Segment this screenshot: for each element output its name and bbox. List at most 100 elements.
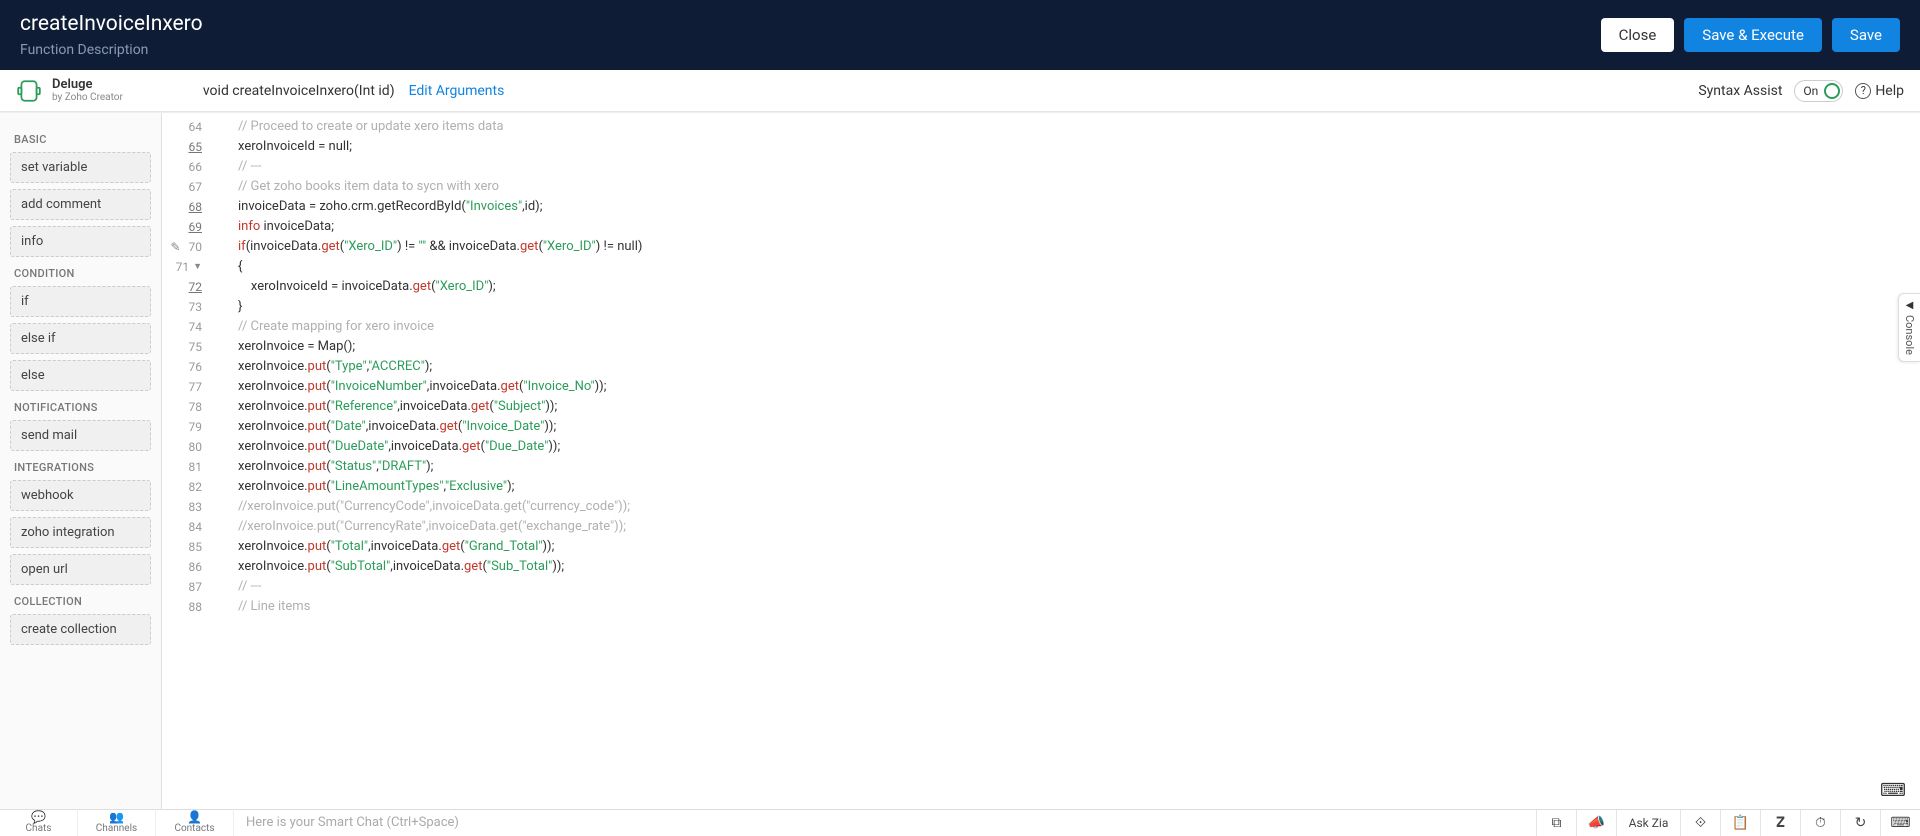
snippet-info[interactable]: info <box>10 226 151 257</box>
bottom-tool-4[interactable]: 📋 <box>1720 810 1760 836</box>
code-line[interactable]: } <box>238 297 1920 317</box>
line-number[interactable]: 86 <box>162 557 202 577</box>
line-number[interactable]: 65 <box>162 137 202 157</box>
code-line[interactable]: //xeroInvoice.put("CurrencyRate",invoice… <box>238 517 1920 537</box>
save-execute-button[interactable]: Save & Execute <box>1684 18 1822 52</box>
snippet-create-collection[interactable]: create collection <box>10 614 151 645</box>
function-title: createInvoiceInxero <box>20 12 203 36</box>
bottom-tab-chats[interactable]: 💬Chats <box>0 809 78 836</box>
snippet-else[interactable]: else <box>10 360 151 391</box>
bottom-tab-channels[interactable]: 👥Channels <box>78 809 156 836</box>
code-line[interactable]: { <box>238 257 1920 277</box>
snippet-zoho-integration[interactable]: zoho integration <box>10 517 151 548</box>
line-number[interactable]: 83 <box>162 497 202 517</box>
line-number[interactable]: 81 <box>162 457 202 477</box>
code-line[interactable]: // Line items <box>238 597 1920 617</box>
code-line[interactable]: xeroInvoice = Map(); <box>238 337 1920 357</box>
code-line[interactable]: xeroInvoice.put("Type","ACCREC"); <box>238 357 1920 377</box>
line-number[interactable]: 75 <box>162 337 202 357</box>
line-number[interactable]: 80 <box>162 437 202 457</box>
bottom-tool-5[interactable]: 𝐙 <box>1760 810 1800 836</box>
line-number[interactable]: 66 <box>162 157 202 177</box>
code-line[interactable]: // Create mapping for xero invoice <box>238 317 1920 337</box>
syntax-assist-toggle[interactable]: On <box>1794 80 1843 102</box>
code-editor[interactable]: 646566676869✎7071▼7273747576777879808182… <box>162 113 1920 809</box>
bottom-tool-6[interactable]: ⏱ <box>1800 810 1840 836</box>
line-number[interactable]: 69 <box>162 217 202 237</box>
edit-line-icon[interactable]: ✎ <box>170 237 180 257</box>
line-number[interactable]: 64 <box>162 117 202 137</box>
header-left: createInvoiceInxero Function Description <box>20 12 203 58</box>
code-line[interactable]: xeroInvoiceId = invoiceData.get("Xero_ID… <box>238 277 1920 297</box>
code-line[interactable]: xeroInvoice.put("LineAmountTypes","Exclu… <box>238 477 1920 497</box>
code-line[interactable]: xeroInvoice.put("Status","DRAFT"); <box>238 457 1920 477</box>
bottom-tool-0[interactable]: ⧉ <box>1536 810 1576 836</box>
function-description[interactable]: Function Description <box>20 42 203 58</box>
line-number[interactable]: 72 <box>162 277 202 297</box>
line-number[interactable]: 71▼ <box>162 257 202 277</box>
snippet-webhook[interactable]: webhook <box>10 480 151 511</box>
line-number[interactable]: 77 <box>162 377 202 397</box>
code-line[interactable]: // Get zoho books item data to sycn with… <box>238 177 1920 197</box>
code-line[interactable]: //xeroInvoice.put("CurrencyCode",invoice… <box>238 497 1920 517</box>
code-line[interactable]: xeroInvoice.put("SubTotal",invoiceData.g… <box>238 557 1920 577</box>
snippet-add-comment[interactable]: add comment <box>10 189 151 220</box>
line-number[interactable]: 76 <box>162 357 202 377</box>
bottom-tool-1[interactable]: 📣 <box>1576 810 1616 836</box>
bottom-tool-3[interactable]: ⟐ <box>1680 810 1720 836</box>
bottom-tool-8[interactable]: ⌨ <box>1880 810 1920 836</box>
fold-icon[interactable]: ▼ <box>193 257 202 277</box>
snippet-set-variable[interactable]: set variable <box>10 152 151 183</box>
snippet-open-url[interactable]: open url <box>10 554 151 585</box>
bottom-tab-label: Chats <box>26 824 52 834</box>
line-number[interactable]: 82 <box>162 477 202 497</box>
snippets-sidebar: BASICset variableadd commentinfoCONDITIO… <box>0 113 162 809</box>
smart-chat-input[interactable]: Here is your Smart Chat (Ctrl+Space) <box>234 815 1536 830</box>
console-toggle[interactable]: ◀ Console <box>1898 293 1920 362</box>
contacts-icon: 👤 <box>187 811 202 823</box>
line-number[interactable]: 88 <box>162 597 202 617</box>
line-number[interactable]: 79 <box>162 417 202 437</box>
keyboard-icon[interactable]: ⌨ <box>1880 780 1906 801</box>
page-header: createInvoiceInxero Function Description… <box>0 0 1920 70</box>
close-button[interactable]: Close <box>1601 18 1675 52</box>
code-line[interactable]: if(invoiceData.get("Xero_ID") != "" && i… <box>238 237 1920 257</box>
code-line[interactable]: // Proceed to create or update xero item… <box>238 117 1920 137</box>
code-line[interactable]: xeroInvoice.put("Date",invoiceData.get("… <box>238 417 1920 437</box>
code-line[interactable]: xeroInvoice.put("InvoiceNumber",invoiceD… <box>238 377 1920 397</box>
save-button[interactable]: Save <box>1832 18 1900 52</box>
code-line[interactable]: invoiceData = zoho.crm.getRecordById("In… <box>238 197 1920 217</box>
bottom-right-tools: ⧉📣Ask Zia⟐📋𝐙⏱↻⌨ <box>1536 810 1920 836</box>
code-line[interactable]: xeroInvoice.put("DueDate",invoiceData.ge… <box>238 437 1920 457</box>
bottom-tool-7[interactable]: ↻ <box>1840 810 1880 836</box>
bottom-tool-2[interactable]: Ask Zia <box>1616 810 1680 836</box>
line-number[interactable]: ✎70 <box>162 237 202 257</box>
code-line[interactable]: xeroInvoice.put("Reference",invoiceData.… <box>238 397 1920 417</box>
bottom-tab-label: Channels <box>96 824 137 834</box>
toggle-state-label: On <box>1797 84 1824 98</box>
chats-icon: 💬 <box>31 811 46 823</box>
deluge-name: Deluge <box>52 78 123 92</box>
code-line[interactable]: xeroInvoiceId = null; <box>238 137 1920 157</box>
code-area[interactable]: // Proceed to create or update xero item… <box>210 113 1920 809</box>
snippet-if[interactable]: if <box>10 286 151 317</box>
snippet-else-if[interactable]: else if <box>10 323 151 354</box>
line-number[interactable]: 68 <box>162 197 202 217</box>
code-line[interactable]: xeroInvoice.put("Total",invoiceData.get(… <box>238 537 1920 557</box>
snippet-send-mail[interactable]: send mail <box>10 420 151 451</box>
line-number[interactable]: 85 <box>162 537 202 557</box>
line-number[interactable]: 84 <box>162 517 202 537</box>
code-line[interactable]: // --- <box>238 157 1920 177</box>
line-number[interactable]: 67 <box>162 177 202 197</box>
subheader-right: Syntax Assist On ? Help <box>1698 80 1904 102</box>
help-button[interactable]: ? Help <box>1855 83 1904 99</box>
code-line[interactable]: // --- <box>238 577 1920 597</box>
bottom-tab-contacts[interactable]: 👤Contacts <box>156 809 234 836</box>
line-number[interactable]: 73 <box>162 297 202 317</box>
sidebar-section-title: INTEGRATIONS <box>14 461 151 474</box>
edit-arguments-link[interactable]: Edit Arguments <box>409 83 505 99</box>
code-line[interactable]: info invoiceData; <box>238 217 1920 237</box>
line-number[interactable]: 78 <box>162 397 202 417</box>
line-number[interactable]: 74 <box>162 317 202 337</box>
line-number[interactable]: 87 <box>162 577 202 597</box>
